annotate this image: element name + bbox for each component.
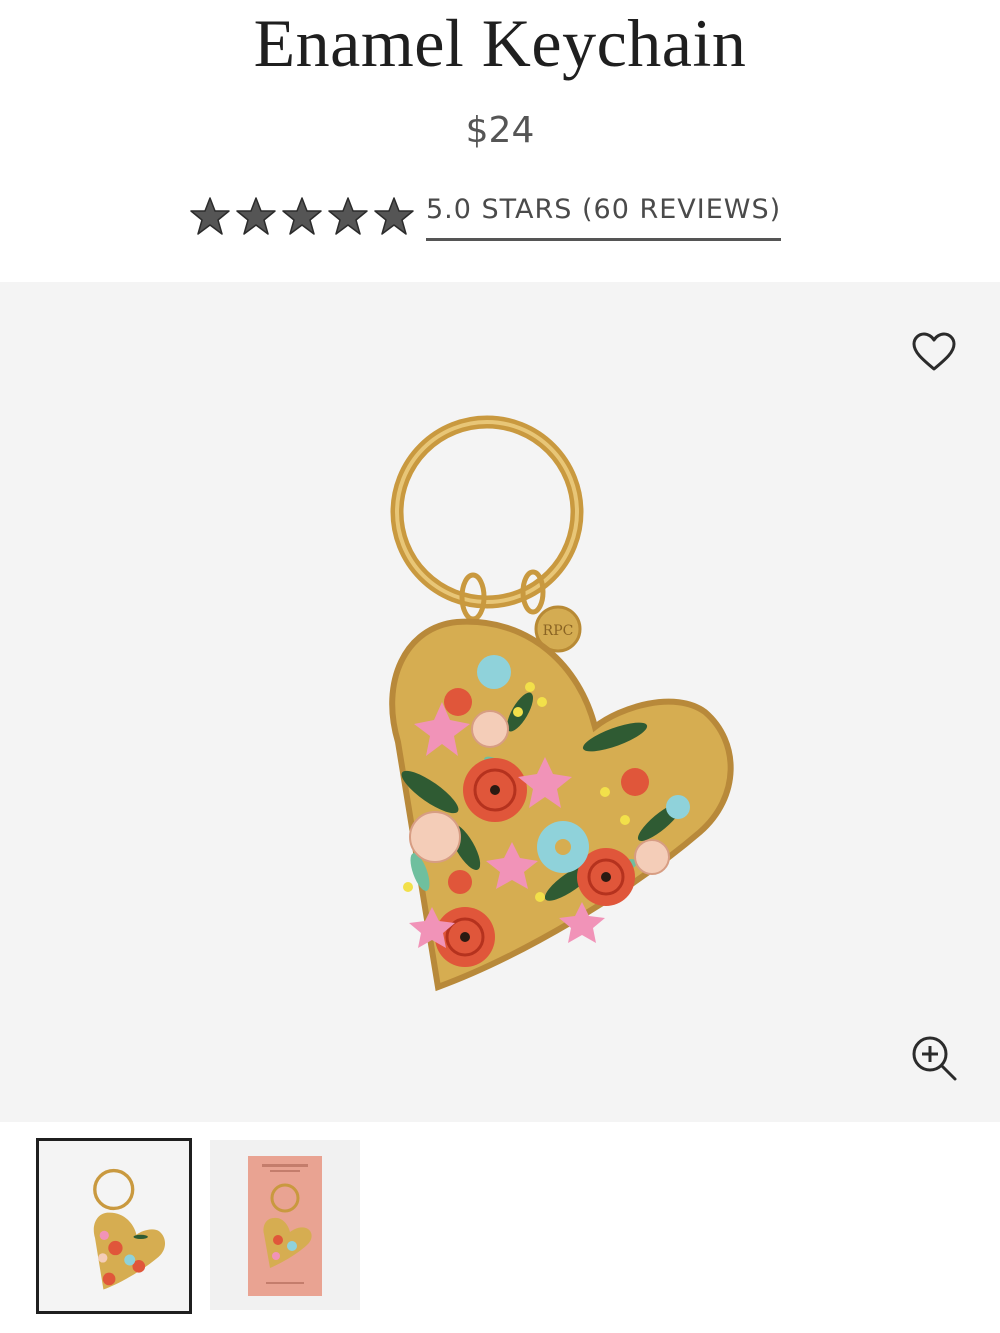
star-icon <box>328 196 368 236</box>
heart-outline-icon <box>912 332 956 371</box>
product-gallery: RPC <box>0 282 1000 1122</box>
zoom-button[interactable] <box>910 1034 958 1082</box>
thumbnail-image <box>248 1156 322 1296</box>
star-icon <box>236 196 276 236</box>
rating-summary: 5.0 STARS (60 REVIEWS) <box>190 188 782 244</box>
product-price: $24 <box>465 110 535 151</box>
zoom-in-icon <box>912 1036 957 1081</box>
product-image: RPC <box>389 415 734 992</box>
thumbnail-strip <box>36 1138 360 1314</box>
thumbnail-keychain-packaging[interactable] <box>210 1140 360 1310</box>
svg-text:RPC: RPC <box>543 623 574 639</box>
product-title: Enamel Keychain <box>253 5 747 81</box>
star-icon <box>374 196 414 236</box>
thumbnail-image <box>93 1168 166 1290</box>
star-icon <box>282 196 322 236</box>
reviews-link[interactable]: 5.0 STARS (60 REVIEWS) <box>426 188 782 241</box>
star-icon <box>190 196 230 236</box>
star-rating <box>190 196 414 236</box>
thumbnail-keychain-front[interactable] <box>36 1138 192 1314</box>
wishlist-button[interactable] <box>912 332 956 372</box>
